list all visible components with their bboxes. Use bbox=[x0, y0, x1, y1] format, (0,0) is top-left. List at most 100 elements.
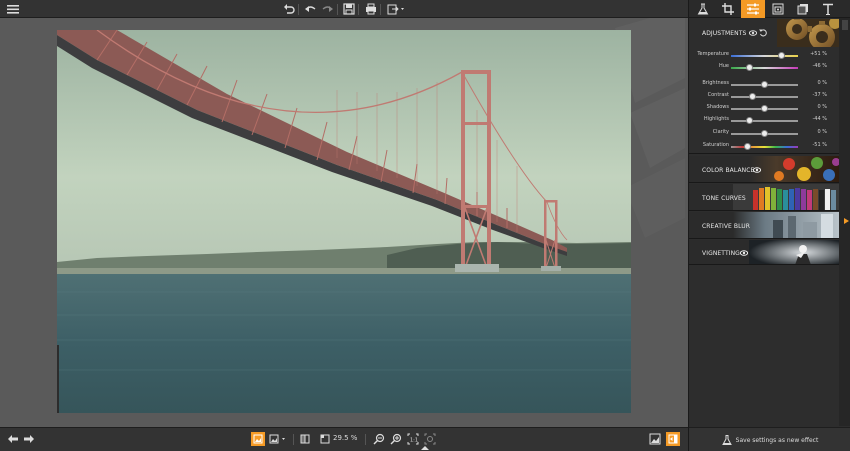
fit-zoom-icon[interactable] bbox=[423, 432, 437, 446]
section-title[interactable]: CREATIVE BLUR bbox=[702, 223, 750, 230]
save-effect-button[interactable]: Save settings as new effect bbox=[695, 432, 845, 448]
slider-value: 0 % bbox=[817, 80, 827, 86]
eye-icon[interactable] bbox=[749, 30, 757, 36]
toolbar-divider bbox=[365, 434, 366, 445]
slider-label: Contrast bbox=[707, 92, 729, 98]
slider-label: Shadows bbox=[706, 104, 729, 110]
slider-label: Highlights bbox=[703, 116, 729, 122]
slider-row: Contrast -37 % bbox=[689, 91, 839, 103]
slider-knob[interactable] bbox=[748, 93, 756, 100]
panel-collapse-arrow-icon[interactable] bbox=[844, 218, 849, 224]
tools-panel: ADJUSTMENTS Temperature +51 % Hue -46 % Brig… bbox=[688, 0, 850, 451]
slider-track[interactable] bbox=[731, 120, 798, 122]
single-view-icon[interactable] bbox=[251, 432, 265, 446]
slider-value: -51 % bbox=[812, 142, 827, 148]
fit-screen-icon[interactable] bbox=[318, 432, 332, 446]
export-icon[interactable] bbox=[387, 2, 405, 16]
undo-icon[interactable] bbox=[282, 2, 296, 16]
gears-icon bbox=[777, 19, 839, 47]
panel-footer: Save settings as new effect bbox=[689, 427, 850, 451]
slider-label: Temperature bbox=[697, 51, 729, 57]
slider-track[interactable] bbox=[731, 55, 798, 57]
slider-knob[interactable] bbox=[743, 143, 751, 150]
slider-value: +51 % bbox=[810, 51, 827, 57]
section-title[interactable]: ADJUSTMENTS bbox=[702, 30, 746, 37]
section-title[interactable]: VIGNETTING bbox=[702, 250, 740, 257]
save-icon[interactable] bbox=[342, 2, 356, 16]
zoom-in-icon[interactable] bbox=[389, 432, 403, 446]
slider-knob[interactable] bbox=[761, 105, 768, 112]
layers-icon[interactable] bbox=[766, 0, 790, 18]
image-info-icon[interactable] bbox=[648, 432, 662, 446]
slider-value: -37 % bbox=[812, 92, 827, 98]
slider-knob[interactable] bbox=[778, 52, 786, 59]
creative-blur-section[interactable]: CREATIVE BLUR bbox=[689, 212, 839, 239]
svg-text:1:1: 1:1 bbox=[410, 438, 418, 444]
image-canvas[interactable] bbox=[0, 18, 688, 427]
panel-tabs bbox=[689, 0, 850, 18]
toolbar-divider bbox=[293, 434, 294, 445]
eye-icon[interactable] bbox=[753, 167, 761, 173]
toolbar-divider bbox=[337, 4, 338, 15]
sliders-icon[interactable] bbox=[741, 0, 765, 18]
tone-curves-section[interactable]: TONE CURVES bbox=[689, 184, 839, 211]
color-balance-section[interactable]: COLOR BALANCE bbox=[689, 156, 839, 183]
slider-value: -44 % bbox=[812, 116, 827, 122]
slider-row: Highlights -44 % bbox=[689, 115, 839, 127]
redo-step-icon[interactable] bbox=[321, 2, 335, 16]
previous-image-icon[interactable] bbox=[6, 432, 20, 446]
expand-bottom-icon[interactable] bbox=[421, 445, 429, 450]
frames-icon[interactable] bbox=[791, 0, 815, 18]
slider-track[interactable] bbox=[731, 67, 798, 69]
split-view-icon[interactable] bbox=[298, 432, 312, 446]
toggle-panel-icon[interactable] bbox=[666, 432, 680, 446]
print-icon[interactable] bbox=[364, 2, 378, 16]
hamburger-icon[interactable] bbox=[6, 2, 20, 16]
slider-row: Temperature +51 % bbox=[689, 50, 839, 62]
slider-row: Saturation -51 % bbox=[689, 141, 839, 153]
toolbar-divider bbox=[358, 4, 359, 15]
slider-row: Shadows 0 % bbox=[689, 103, 839, 115]
slider-row: Hue -46 % bbox=[689, 62, 839, 74]
zoom-out-icon[interactable] bbox=[372, 432, 386, 446]
toolbar-divider bbox=[380, 4, 381, 15]
slider-label: Clarity bbox=[712, 129, 729, 135]
photo-preview[interactable] bbox=[57, 30, 631, 413]
reset-icon[interactable] bbox=[759, 29, 767, 37]
actual-size-icon[interactable]: 1:1 bbox=[406, 432, 420, 446]
flask-icon bbox=[721, 435, 732, 445]
top-toolbar bbox=[0, 0, 688, 18]
text-icon[interactable] bbox=[816, 0, 840, 18]
slider-knob[interactable] bbox=[746, 117, 754, 124]
adjustments-section: ADJUSTMENTS Temperature +51 % Hue -46 % Brig… bbox=[689, 19, 839, 154]
slider-track[interactable] bbox=[731, 96, 798, 98]
slider-label: Hue bbox=[718, 63, 729, 69]
slider-knob[interactable] bbox=[761, 81, 768, 88]
scrollbar-thumb[interactable] bbox=[842, 20, 848, 30]
eye-icon[interactable] bbox=[740, 250, 748, 256]
slider-value: -46 % bbox=[812, 63, 827, 69]
vignette-portrait-image bbox=[749, 240, 839, 264]
undo-step-icon[interactable] bbox=[303, 2, 317, 16]
slider-track[interactable] bbox=[731, 146, 798, 148]
slider-row: Brightness 0 % bbox=[689, 79, 839, 91]
crop-icon[interactable] bbox=[716, 0, 740, 18]
bottom-toolbar: 29.5 % 1:1 bbox=[0, 427, 688, 451]
flask-icon[interactable] bbox=[691, 0, 715, 18]
paint-palette-image bbox=[749, 156, 839, 182]
section-title[interactable]: COLOR BALANCE bbox=[702, 167, 754, 174]
slider-knob[interactable] bbox=[745, 64, 753, 71]
section-title[interactable]: TONE CURVES bbox=[702, 195, 746, 202]
slider-row: Clarity 0 % bbox=[689, 128, 839, 140]
zoom-level: 29.5 % bbox=[333, 434, 358, 442]
slider-label: Brightness bbox=[702, 80, 729, 86]
next-image-icon[interactable] bbox=[22, 432, 36, 446]
save-effect-label: Save settings as new effect bbox=[735, 436, 819, 444]
slider-label: Saturation bbox=[702, 142, 729, 148]
compare-view-icon[interactable] bbox=[268, 432, 288, 446]
slider-value: 0 % bbox=[817, 129, 827, 135]
vignetting-section[interactable]: VIGNETTING bbox=[689, 240, 839, 265]
slider-knob[interactable] bbox=[761, 130, 768, 137]
toolbar-divider bbox=[298, 4, 299, 15]
slider-value: 0 % bbox=[817, 104, 827, 110]
